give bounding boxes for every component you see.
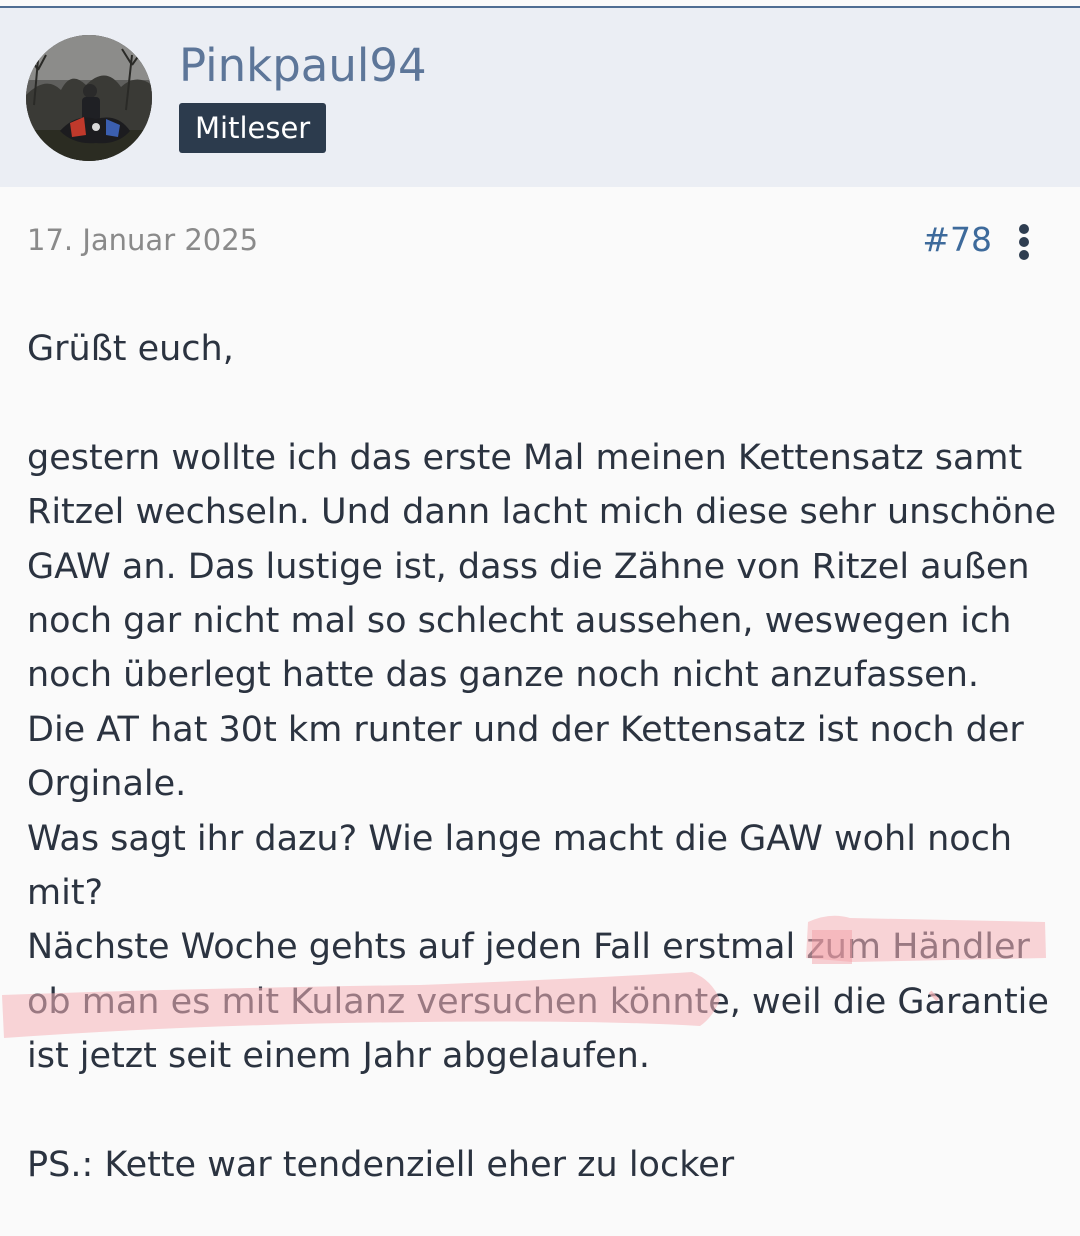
post-text-line: PS.: Kette war tendenziell eher zu locke… — [27, 1145, 735, 1186]
post-text-line: Grüßt euch, — [27, 329, 234, 369]
post-text-line: mit? — [27, 873, 104, 914]
post-text-line: ob man es mit Kulanz versuchen könnte, w… — [27, 981, 1049, 1022]
post-text-line: GAW an. Das lustige ist, dass die Zähne … — [27, 546, 1030, 587]
post-content: Grüßt euch, gestern wollte ich das erste… — [27, 322, 1057, 1192]
user-rank-badge: Mitleser — [179, 103, 327, 153]
post-text-line: ist jetzt seit einem Jahr abgelaufen. — [27, 1036, 650, 1077]
post-text-line: Was sagt ihr dazu? Wie lange macht die G… — [27, 818, 1013, 859]
user-avatar-photo-icon — [26, 35, 152, 161]
author-username-link[interactable]: Pinkpaul94 — [179, 38, 427, 94]
post-permalink[interactable]: #78 — [922, 218, 992, 262]
avatar[interactable] — [26, 35, 152, 161]
post-blank-line — [27, 376, 1057, 430]
forum-post: Pinkpaul94 Mitleser 17. Januar 2025 #78 … — [0, 0, 1080, 1236]
more-vertical-icon[interactable] — [1011, 222, 1037, 262]
post-blank-line — [27, 1084, 1057, 1138]
post-text-line: gestern wollte ich das erste Mal meinen … — [27, 437, 1023, 478]
post-text-line: Orginale. — [27, 764, 187, 805]
post-text-line: noch überlegt hatte das ganze noch nicht… — [27, 655, 980, 696]
post-author-header: Pinkpaul94 Mitleser — [0, 8, 1080, 187]
post-text-line: Die AT hat 30t km runter und der Kettens… — [27, 709, 1024, 750]
post-text-line: Nächste Woche gehts auf jeden Fall erstm… — [27, 927, 1030, 968]
post-text-line: Ritzel wechseln. Und dann lacht mich die… — [27, 492, 1057, 533]
post-text-line: noch gar nicht mal so schlecht aussehen,… — [27, 601, 1012, 642]
post-date[interactable]: 17. Januar 2025 — [27, 220, 258, 260]
